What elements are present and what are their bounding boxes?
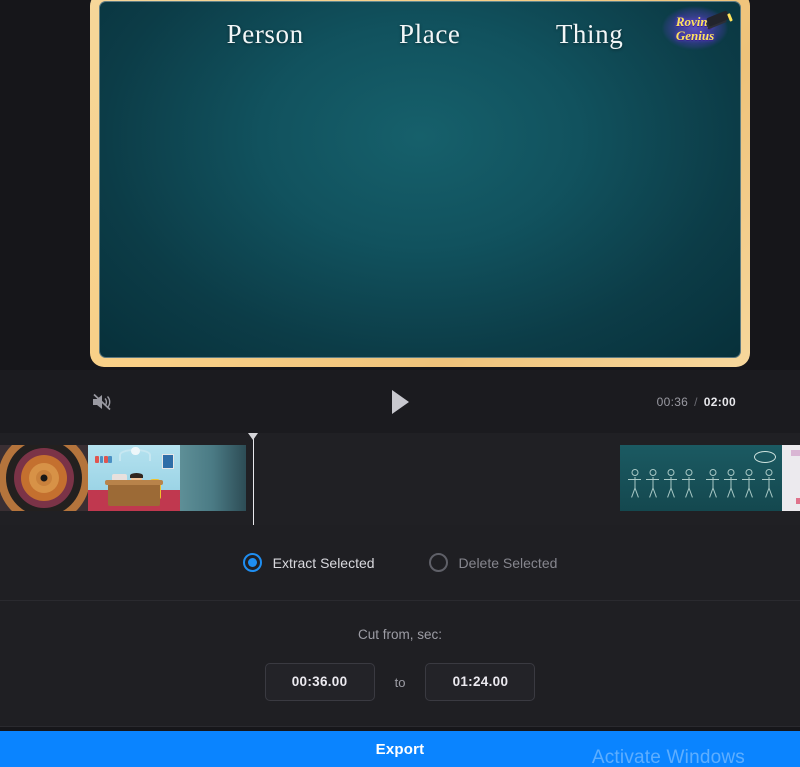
picture-frame bbox=[161, 454, 175, 469]
speech-bubble bbox=[754, 451, 776, 463]
stick-figure bbox=[762, 469, 775, 499]
radio-icon-unchecked bbox=[428, 553, 448, 572]
timeline-clip-white[interactable] bbox=[782, 445, 800, 511]
time-separator: / bbox=[694, 394, 698, 409]
slide-headings: Person Place Thing bbox=[99, 19, 741, 50]
stick-figure bbox=[664, 469, 677, 499]
player-controls: 00:36 / 02:00 bbox=[0, 370, 800, 433]
total-time: 02:00 bbox=[703, 394, 736, 409]
stick-figure bbox=[646, 469, 659, 499]
stick-figure bbox=[706, 469, 719, 499]
timeline-clip-stick-b[interactable] bbox=[700, 445, 782, 511]
trim-mode-options: Extract Selected Delete Selected bbox=[0, 525, 800, 601]
timeline[interactable]: Elvis Person Place Thing Chang Canada Co… bbox=[0, 433, 800, 525]
ring bbox=[40, 474, 48, 482]
export-label: Export bbox=[375, 740, 425, 758]
timeline-selection-slot bbox=[246, 445, 620, 511]
timecode-display: 00:36 / 02:00 bbox=[657, 395, 736, 409]
slide-heading-person: Person bbox=[226, 19, 304, 49]
books-icon bbox=[95, 455, 112, 464]
timeline-clip-rings[interactable] bbox=[0, 445, 88, 511]
cut-to-input[interactable]: 01:24.00 bbox=[425, 663, 536, 701]
timeline-clip-stick-a[interactable] bbox=[620, 445, 700, 511]
roving-genius-logo: Roving Genius bbox=[657, 3, 733, 53]
lamp bbox=[131, 446, 140, 455]
stick-figure bbox=[682, 469, 695, 499]
cut-range-panel: Cut from, sec: 00:36.00 to 01:24.00 bbox=[0, 601, 800, 727]
video-canvas[interactable]: Person Place Thing Roving Genius bbox=[99, 1, 741, 358]
video-frame: Person Place Thing Roving Genius bbox=[90, 0, 750, 367]
cut-from-input[interactable]: 00:36.00 bbox=[264, 663, 375, 701]
export-button[interactable]: Export bbox=[0, 731, 800, 767]
cut-to-label: to bbox=[394, 674, 406, 690]
timeline-clip-classroom[interactable] bbox=[88, 445, 180, 511]
radio-label-delete: Delete Selected bbox=[458, 554, 558, 571]
play-icon[interactable] bbox=[382, 385, 418, 419]
playhead[interactable] bbox=[248, 433, 258, 525]
radio-icon-checked bbox=[242, 553, 262, 572]
cut-range-row: 00:36.00 to 01:24.00 bbox=[0, 663, 800, 701]
current-time: 00:36 bbox=[656, 394, 689, 409]
timeline-clip-fade[interactable] bbox=[180, 445, 246, 511]
stick-figure bbox=[724, 469, 737, 499]
slide-heading-place: Place bbox=[399, 19, 461, 49]
desk bbox=[105, 480, 163, 506]
cut-range-title: Cut from, sec: bbox=[357, 627, 443, 642]
slide-heading-thing: Thing bbox=[555, 19, 624, 49]
student-hair bbox=[130, 472, 144, 478]
radio-label-extract: Extract Selected bbox=[272, 554, 375, 571]
stick-figure bbox=[628, 469, 641, 499]
logo-line-2: Genius bbox=[675, 27, 715, 43]
radio-extract-selected[interactable]: Extract Selected bbox=[242, 553, 375, 572]
timeline-track[interactable] bbox=[0, 445, 800, 511]
volume-muted-icon[interactable] bbox=[85, 387, 119, 417]
stick-figure bbox=[742, 469, 755, 499]
video-stage: Person Place Thing Roving Genius bbox=[0, 0, 800, 370]
radio-delete-selected[interactable]: Delete Selected bbox=[428, 553, 558, 572]
